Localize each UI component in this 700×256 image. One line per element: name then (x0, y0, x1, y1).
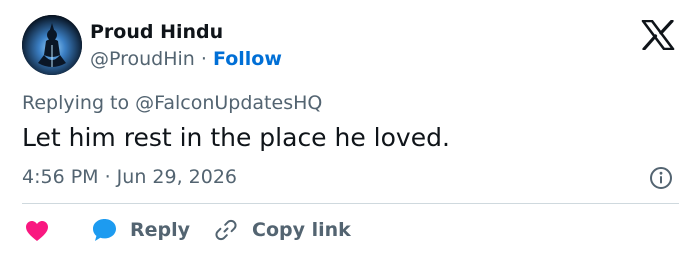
reply-bubble-icon (92, 218, 117, 242)
author-display-name[interactable]: Proud Hindu (90, 21, 223, 43)
tweet-embed-card: Proud Hindu @ProudHin · Follow Replying … (0, 0, 700, 256)
author-handle-row: @ProudHin · Follow (90, 48, 282, 70)
x-logo-icon[interactable] (640, 19, 676, 51)
replying-to-line: Replying to @FalconUpdatesHQ (22, 92, 322, 114)
link-icon (214, 218, 238, 242)
divider (22, 203, 679, 204)
copy-link-label: Copy link (252, 219, 351, 241)
separator-dot: · (200, 48, 207, 70)
heart-icon[interactable] (25, 220, 49, 242)
tweet-text: Let him rest in the place he loved. (22, 123, 450, 152)
reply-label: Reply (130, 219, 191, 241)
avatar[interactable] (22, 15, 82, 75)
replying-to-label: Replying to (22, 92, 130, 114)
tweet-actions: Reply Copy link (0, 214, 700, 246)
reply-button[interactable]: Reply (92, 217, 190, 243)
tweet-timestamp[interactable]: 4:56 PM · Jun 29, 2026 (22, 166, 237, 188)
author-handle[interactable]: @ProudHin (90, 48, 195, 70)
follow-button[interactable]: Follow (213, 48, 282, 70)
replying-to-mention[interactable]: @FalconUpdatesHQ (135, 92, 322, 114)
copy-link-button[interactable]: Copy link (214, 217, 351, 243)
info-icon[interactable] (649, 166, 673, 190)
